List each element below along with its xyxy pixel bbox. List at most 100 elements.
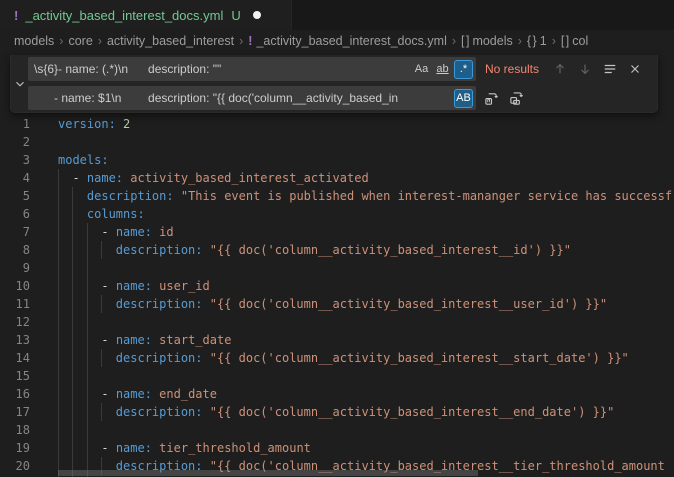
code-line[interactable]: - name: user_id	[58, 277, 674, 295]
indent-guide	[101, 403, 102, 421]
code-line[interactable]: version: 2	[58, 115, 674, 133]
breadcrumb-label: _activity_based_interest_docs.yml	[256, 34, 446, 48]
breadcrumb-item[interactable]: activity_based_interest	[107, 34, 234, 48]
indent-guide	[101, 349, 102, 367]
whole-word-button[interactable]: ab	[433, 60, 452, 79]
gutter: 1234567891011121314151617181920	[0, 115, 58, 475]
line-number: 9	[0, 259, 30, 277]
find-results-label: No results	[481, 62, 545, 76]
chevron-down-icon	[13, 77, 27, 91]
tab-bar: ! _activity_based_interest_docs.yml U	[0, 0, 674, 30]
replace-all-button[interactable]	[506, 88, 526, 108]
close-button[interactable]	[625, 59, 645, 79]
line-number: 12	[0, 313, 30, 331]
breadcrumb-separator: ›	[447, 34, 461, 48]
indent-guide	[72, 187, 73, 477]
preserve-case-button[interactable]: AB	[454, 89, 473, 108]
find-in-selection-icon	[603, 62, 617, 76]
array-symbol-icon: [ ]	[461, 34, 468, 48]
breadcrumb-label: activity_based_interest	[107, 34, 234, 48]
code-line[interactable]: description: "{{ doc('column__activity_b…	[58, 295, 674, 313]
code-line[interactable]	[58, 421, 674, 439]
array-symbol-icon: [ ]	[561, 34, 568, 48]
code-line[interactable]: - name: tier_threshold_amount	[58, 439, 674, 457]
next-match-button[interactable]	[575, 59, 595, 79]
close-icon	[628, 62, 642, 76]
replace-all-icon	[509, 91, 524, 106]
breadcrumb-separator: ›	[54, 34, 68, 48]
line-number: 8	[0, 241, 30, 259]
indent-guide	[101, 295, 102, 313]
line-number: 11	[0, 295, 30, 313]
breadcrumb-item[interactable]: [ ] col	[561, 34, 588, 48]
code-line[interactable]: models:	[58, 151, 674, 169]
tab-active[interactable]: ! _activity_based_interest_docs.yml U	[0, 0, 292, 30]
previous-match-button[interactable]	[550, 59, 570, 79]
line-number: 18	[0, 421, 30, 439]
replace-button[interactable]	[481, 88, 501, 108]
breadcrumb-item[interactable]: { } 1	[527, 34, 547, 48]
code-line[interactable]	[58, 259, 674, 277]
breadcrumb-label: models	[472, 34, 512, 48]
line-number: 6	[0, 205, 30, 223]
indent-guide	[101, 241, 102, 259]
code-line[interactable]: - name: id	[58, 223, 674, 241]
breadcrumb-item[interactable]: ! _activity_based_interest_docs.yml	[248, 34, 447, 48]
line-number: 15	[0, 367, 30, 385]
line-number: 13	[0, 331, 30, 349]
breadcrumb-label: models	[14, 34, 54, 48]
indent-guide	[87, 223, 88, 477]
find-input[interactable]: \s{6}- name: (.*)\n description: "" Aa a…	[28, 57, 476, 81]
replace-value-text: - name: $1\n description: "{{ doc('colum…	[34, 91, 452, 105]
line-number: 1	[0, 115, 30, 133]
breadcrumb-item[interactable]: [ ] models	[461, 34, 513, 48]
breadcrumb-label: 1	[540, 34, 547, 48]
breadcrumb-item[interactable]: core	[68, 34, 92, 48]
code-line[interactable]: description: "{{ doc('column__activity_b…	[58, 349, 674, 367]
breadcrumb-label: core	[68, 34, 92, 48]
git-status-badge: U	[231, 8, 240, 23]
regex-button[interactable]: .*	[454, 60, 473, 79]
breadcrumb-item[interactable]: models	[14, 34, 54, 48]
code-line[interactable]	[58, 313, 674, 331]
arrow-down-icon	[578, 62, 592, 76]
breadcrumb-label: col	[572, 34, 588, 48]
line-number: 2	[0, 133, 30, 151]
arrow-up-icon	[553, 62, 567, 76]
find-in-selection-button[interactable]	[600, 59, 620, 79]
breadcrumb-separator: ›	[234, 34, 248, 48]
toggle-replace-button[interactable]	[11, 55, 28, 112]
code-line[interactable]: - name: activity_based_interest_activate…	[58, 169, 674, 187]
breadcrumb-separator: ›	[547, 34, 561, 48]
breadcrumb-separator: ›	[93, 34, 107, 48]
replace-input[interactable]: - name: $1\n description: "{{ doc('colum…	[28, 86, 476, 110]
tab-filename: _activity_based_interest_docs.yml	[25, 8, 223, 23]
breadcrumb-separator: ›	[513, 34, 527, 48]
modified-dot-icon[interactable]	[253, 11, 261, 19]
line-number: 5	[0, 187, 30, 205]
code-line[interactable]: description: "{{ doc('column__activity_b…	[58, 403, 674, 421]
find-query-text: \s{6}- name: (.*)\n description: ""	[34, 62, 410, 76]
line-number: 7	[0, 223, 30, 241]
code-line[interactable]	[58, 367, 674, 385]
line-number: 3	[0, 151, 30, 169]
code-line[interactable]: columns:	[58, 205, 674, 223]
indent-guide	[58, 169, 59, 477]
horizontal-scrollbar[interactable]	[58, 470, 478, 476]
code-line[interactable]	[58, 133, 674, 151]
code-line[interactable]: - name: start_date	[58, 331, 674, 349]
line-number: 16	[0, 385, 30, 403]
replace-icon	[484, 91, 499, 106]
find-widget: \s{6}- name: (.*)\n description: "" Aa a…	[10, 55, 658, 113]
code-area[interactable]: version: 2 models: - name: activity_based…	[58, 115, 674, 475]
object-symbol-icon: { }	[527, 34, 536, 48]
match-case-button[interactable]: Aa	[412, 60, 431, 79]
code-line[interactable]: description: "This event is published wh…	[58, 187, 674, 205]
yaml-symbol-icon: !	[248, 34, 252, 48]
editor[interactable]: 1234567891011121314151617181920 version:…	[0, 52, 674, 477]
line-number: 20	[0, 457, 30, 475]
code-line[interactable]: - name: end_date	[58, 385, 674, 403]
line-number: 19	[0, 439, 30, 457]
line-number: 14	[0, 349, 30, 367]
code-line[interactable]: description: "{{ doc('column__activity_b…	[58, 241, 674, 259]
